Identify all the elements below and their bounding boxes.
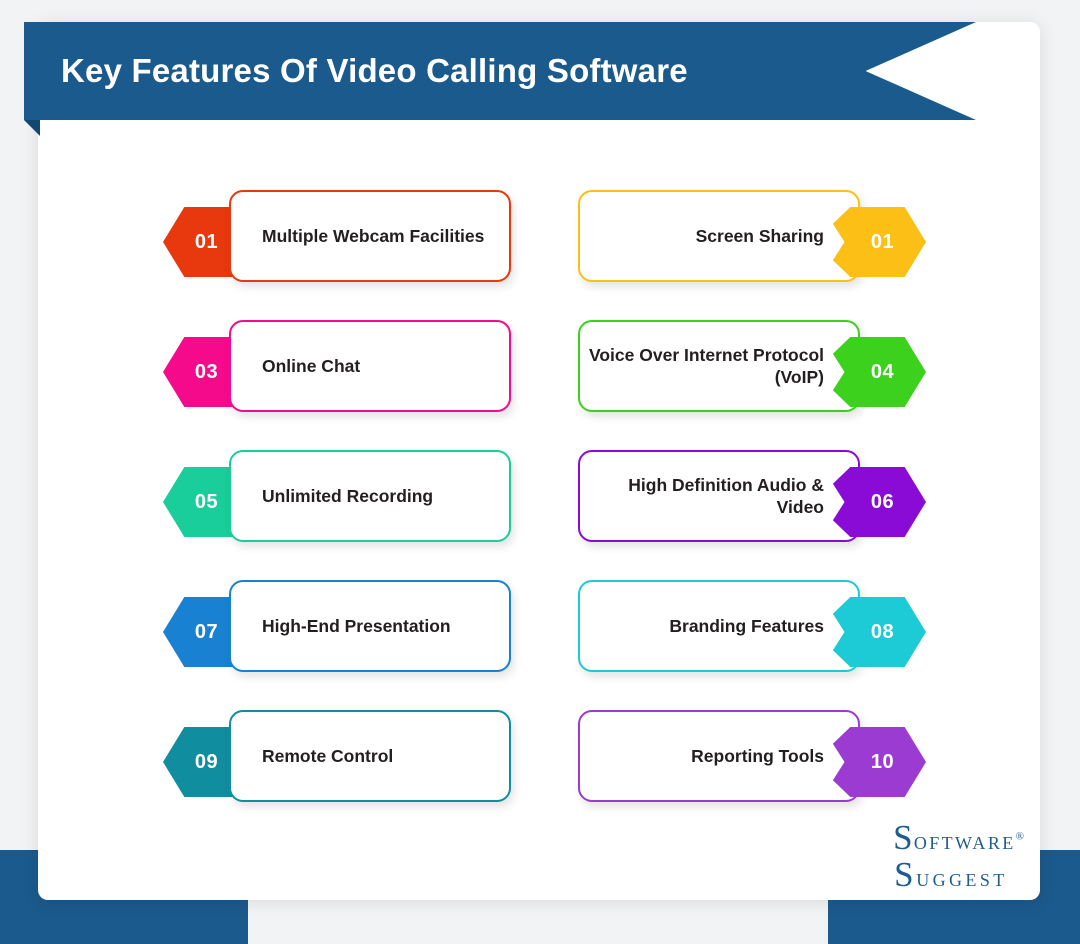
feature-item-08[interactable]: Branding Features 08 <box>578 580 926 672</box>
feature-row: 09 Remote Control Reporting Tools 10 <box>38 710 1040 840</box>
badge-number: 04 <box>870 360 895 383</box>
badge-number: 03 <box>194 360 219 383</box>
feature-item-03[interactable]: 03 Online Chat <box>163 320 511 412</box>
badge-number: 01 <box>870 230 895 253</box>
badge-number: 01 <box>194 230 219 253</box>
logo-capital-s-1: S <box>893 818 914 857</box>
feature-row: 03 Online Chat Voice Over Internet Proto… <box>38 320 1040 450</box>
softwaresuggest-logo[interactable]: SOFTWARE® SUGGEST <box>893 820 1024 892</box>
feature-card[interactable]: Screen Sharing <box>578 190 860 282</box>
feature-item-07[interactable]: 07 High-End Presentation <box>163 580 511 672</box>
registered-trademark-icon: ® <box>1015 830 1024 843</box>
feature-row: 01 Multiple Webcam Facilities Screen Sha… <box>38 190 1040 320</box>
feature-item-04[interactable]: Voice Over Internet Protocol (VoIP) 04 <box>578 320 926 412</box>
feature-label: Screen Sharing <box>695 225 824 246</box>
title-banner: Key Features Of Video Calling Software <box>24 22 976 136</box>
feature-label: Unlimited Recording <box>262 485 434 506</box>
logo-capital-s-2: S <box>894 855 917 894</box>
feature-label: Branding Features <box>669 615 824 636</box>
feature-card[interactable]: Branding Features <box>578 580 860 672</box>
feature-card[interactable]: High-End Presentation <box>229 580 511 672</box>
page-title: Key Features Of Video Calling Software <box>61 52 688 89</box>
logo-line-suggest: SUGGEST <box>893 857 1024 892</box>
feature-card[interactable]: Reporting Tools <box>578 710 860 802</box>
feature-item-10[interactable]: Reporting Tools 10 <box>578 710 926 802</box>
feature-label: High-End Presentation <box>262 615 451 636</box>
badge-number: 08 <box>870 620 895 643</box>
badge-number: 10 <box>870 750 895 773</box>
feature-item-09[interactable]: 09 Remote Control <box>163 710 511 802</box>
infographic-canvas: Key Features Of Video Calling Software 0… <box>0 0 1080 944</box>
feature-row: 07 High-End Presentation Branding Featur… <box>38 580 1040 710</box>
feature-item-01[interactable]: 01 Multiple Webcam Facilities <box>163 190 511 282</box>
feature-label: Multiple Webcam Facilities <box>262 225 485 246</box>
badge-number: 06 <box>870 490 895 513</box>
banner-ribbon: Key Features Of Video Calling Software <box>24 22 976 120</box>
feature-label: High Definition Audio & Video <box>628 474 824 517</box>
feature-card[interactable]: Voice Over Internet Protocol (VoIP) <box>578 320 860 412</box>
feature-item-06[interactable]: High Definition Audio & Video 06 <box>578 450 926 542</box>
logo-line-software: SOFTWARE® <box>893 820 1024 855</box>
badge-number: 09 <box>194 750 219 773</box>
feature-label: Reporting Tools <box>691 745 824 766</box>
feature-card[interactable]: Multiple Webcam Facilities <box>229 190 511 282</box>
logo-word-software: OFTWARE <box>913 833 1016 853</box>
feature-card[interactable]: Unlimited Recording <box>229 450 511 542</box>
feature-label: Voice Over Internet Protocol (VoIP) <box>588 344 824 387</box>
feature-label: Remote Control <box>262 745 394 766</box>
features-grid: 01 Multiple Webcam Facilities Screen Sha… <box>38 190 1040 840</box>
feature-card[interactable]: Remote Control <box>229 710 511 802</box>
feature-card[interactable]: Online Chat <box>229 320 511 412</box>
feature-label: Online Chat <box>262 355 361 376</box>
badge-number: 05 <box>194 490 219 513</box>
feature-item-02[interactable]: Screen Sharing 01 <box>578 190 926 282</box>
logo-word-suggest: UGGEST <box>916 870 1008 890</box>
feature-row: 05 Unlimited Recording High Definition A… <box>38 450 1040 580</box>
feature-card[interactable]: High Definition Audio & Video <box>578 450 860 542</box>
badge-number: 07 <box>194 620 219 643</box>
feature-item-05[interactable]: 05 Unlimited Recording <box>163 450 511 542</box>
